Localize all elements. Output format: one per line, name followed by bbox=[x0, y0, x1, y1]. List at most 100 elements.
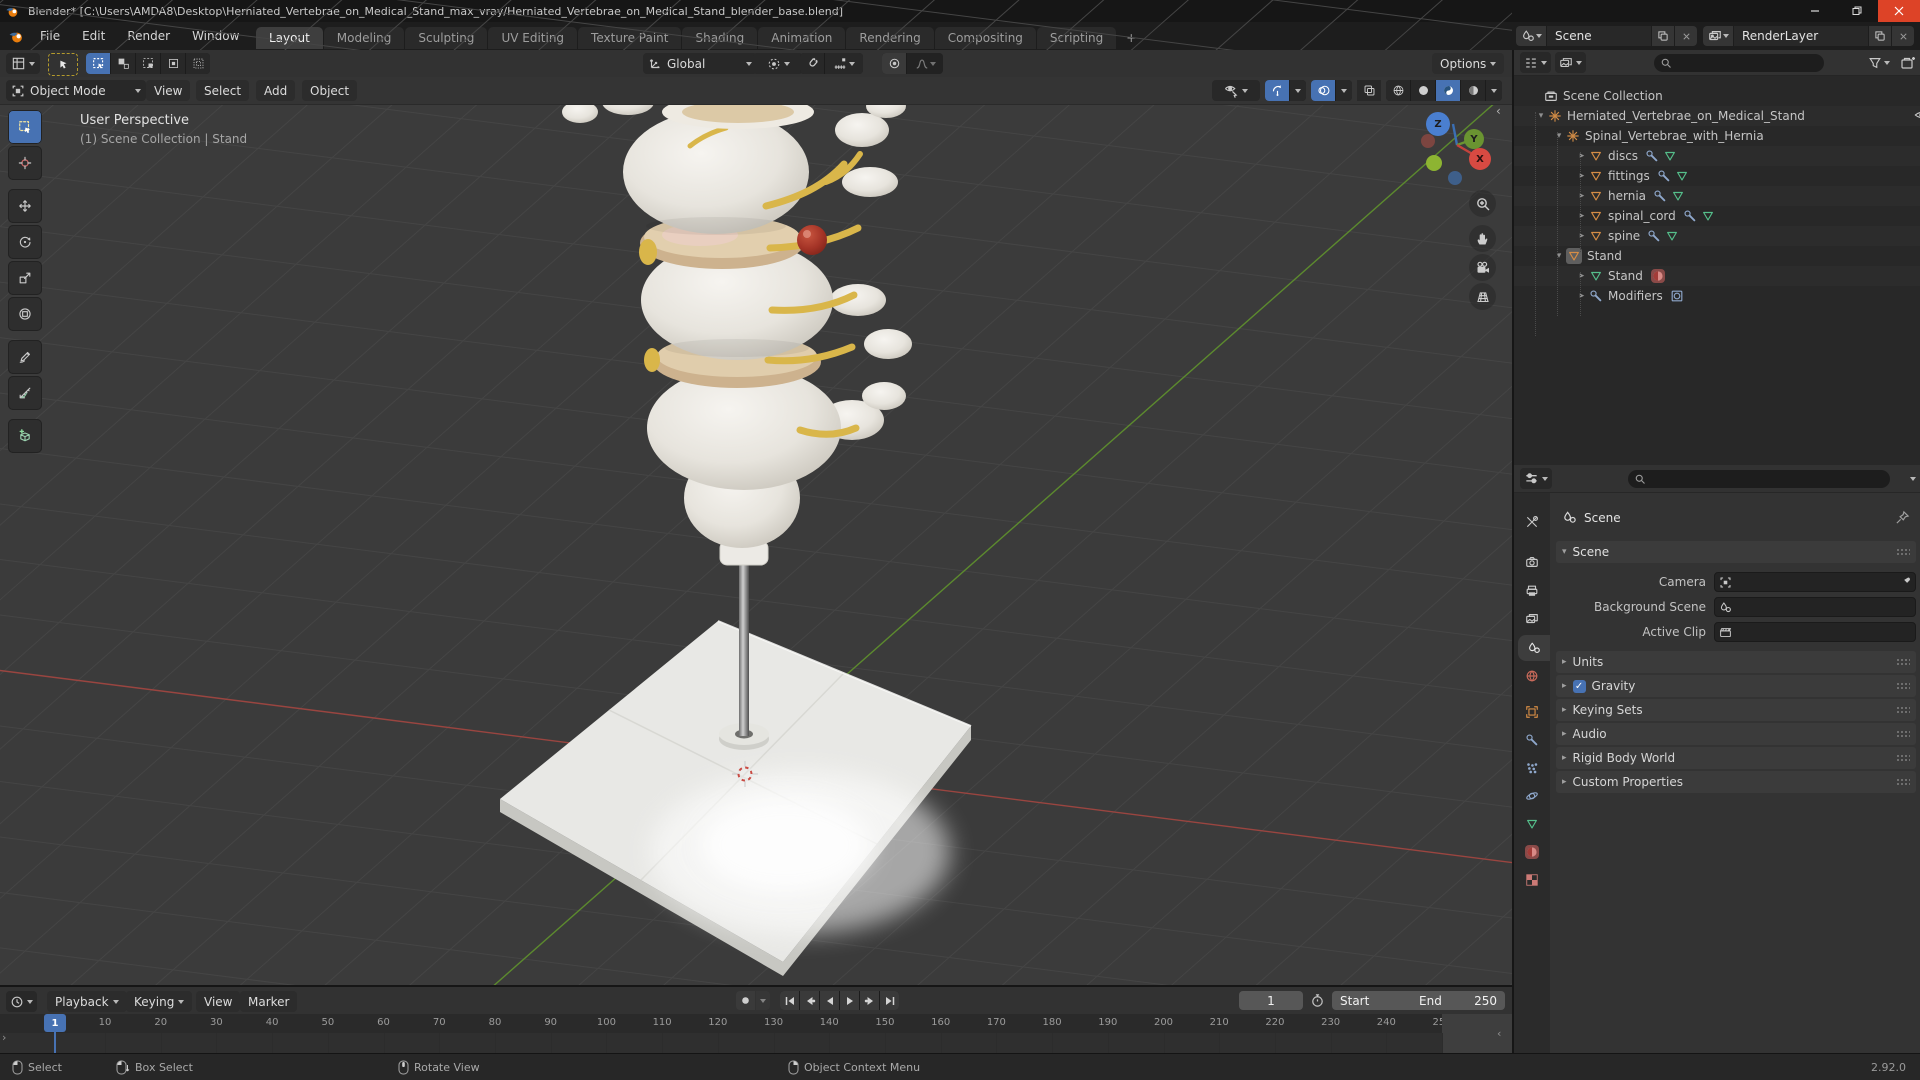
shading-solid-button[interactable] bbox=[1411, 80, 1435, 101]
play-reverse-button[interactable] bbox=[820, 991, 839, 1010]
panel-grip[interactable] bbox=[1896, 548, 1910, 556]
background-scene-field[interactable] bbox=[1714, 597, 1916, 617]
pivot-point-dropdown[interactable] bbox=[753, 53, 803, 74]
view-layer-new-button[interactable] bbox=[1869, 26, 1891, 46]
hernia-bulge[interactable] bbox=[797, 225, 827, 255]
outliner-item-label[interactable]: Stand bbox=[1587, 249, 1622, 263]
tool-cursor-button[interactable] bbox=[8, 146, 42, 180]
panel-grip[interactable] bbox=[1896, 730, 1910, 738]
properties-tab-world[interactable] bbox=[1514, 663, 1550, 689]
view-layer-name-field[interactable]: RenderLayer bbox=[1734, 26, 1868, 46]
wrench-icon[interactable] bbox=[1683, 209, 1697, 223]
menu-playback[interactable]: Playback bbox=[47, 991, 127, 1012]
properties-tab-render[interactable] bbox=[1514, 549, 1550, 575]
active-tool-indicator[interactable] bbox=[48, 53, 78, 76]
outliner-row-spinal_cord[interactable]: ▸spinal_cord bbox=[1514, 206, 1920, 226]
panel-grip[interactable] bbox=[1896, 754, 1910, 762]
timeline-channels-expand-icon[interactable]: › bbox=[2, 1031, 6, 1044]
expand-caret[interactable]: ▸ bbox=[1575, 291, 1589, 301]
timeline-ruler[interactable]: 1020304050607080901001101201301401501601… bbox=[0, 1014, 1442, 1033]
properties-tab-view-layer[interactable] bbox=[1514, 606, 1550, 632]
shading-material-button[interactable] bbox=[1436, 80, 1460, 101]
jump-to-start-button[interactable] bbox=[780, 991, 799, 1010]
pan-view-button[interactable] bbox=[1469, 225, 1496, 252]
tool-select-box-button[interactable] bbox=[8, 110, 42, 144]
properties-tab-tool[interactable] bbox=[1514, 509, 1550, 535]
jump-to-end-button[interactable] bbox=[880, 991, 899, 1010]
properties-tab-physics[interactable] bbox=[1514, 783, 1550, 809]
outliner-item-label[interactable]: spine bbox=[1608, 229, 1640, 243]
wrench-icon[interactable] bbox=[1653, 189, 1667, 203]
current-frame-marker[interactable]: 1 bbox=[44, 1014, 66, 1032]
scene-name-field[interactable]: Scene bbox=[1547, 26, 1651, 46]
panel-grip[interactable] bbox=[1896, 682, 1910, 690]
proportional-edit-toggle[interactable] bbox=[882, 53, 906, 74]
use-preview-range-toggle[interactable] bbox=[1310, 993, 1325, 1008]
tool-move-button[interactable] bbox=[8, 189, 42, 223]
editor-type-button[interactable] bbox=[6, 53, 40, 74]
expand-caret[interactable]: ▸ bbox=[1575, 191, 1589, 201]
gizmo-y-axis[interactable]: Y bbox=[1464, 129, 1484, 149]
panel-rigid-body-world[interactable]: ▸Rigid Body World bbox=[1556, 747, 1916, 769]
outliner-item-label[interactable]: discs bbox=[1608, 149, 1638, 163]
outliner-row-spinal_vertebrae_with_hernia[interactable]: ▾Spinal_Vertebrae_with_Hernia bbox=[1514, 126, 1920, 146]
panel-keying-sets[interactable]: ▸Keying Sets bbox=[1556, 699, 1916, 721]
tool-add-cube-button[interactable] bbox=[8, 419, 42, 453]
viewport-sidebar-collapse-icon[interactable]: ‹ bbox=[1496, 104, 1501, 118]
outliner-item-label[interactable]: Scene Collection bbox=[1563, 89, 1663, 103]
view-layer-browse-button[interactable] bbox=[1703, 26, 1733, 46]
outliner-row-modifiers[interactable]: ▸ Modifiers bbox=[1514, 286, 1920, 306]
shading-rendered-button[interactable] bbox=[1461, 80, 1485, 101]
options-dropdown[interactable]: Options bbox=[1432, 53, 1504, 74]
outliner-item-label[interactable]: Stand bbox=[1608, 269, 1643, 283]
shading-dropdown[interactable] bbox=[1486, 80, 1502, 101]
panel-audio[interactable]: ▸Audio bbox=[1556, 723, 1916, 745]
properties-tab-modifiers[interactable] bbox=[1514, 727, 1550, 753]
properties-tab-particles[interactable] bbox=[1514, 755, 1550, 781]
eyedropper-icon[interactable] bbox=[1898, 576, 1911, 589]
subsurf-icon[interactable] bbox=[1670, 289, 1684, 303]
auto-keying-toggle[interactable] bbox=[736, 991, 755, 1010]
stand-pole[interactable] bbox=[739, 556, 749, 736]
object-visibility-dropdown[interactable] bbox=[1212, 80, 1260, 101]
menu-tl-view[interactable]: View bbox=[196, 991, 240, 1012]
outliner-row-stand[interactable]: ▾ Stand bbox=[1514, 246, 1920, 266]
gizmo-x-axis[interactable]: X bbox=[1469, 148, 1491, 170]
menu-keying[interactable]: Keying bbox=[126, 991, 192, 1012]
panel-units[interactable]: ▸Units bbox=[1556, 651, 1916, 673]
mesh-data-icon[interactable] bbox=[1671, 189, 1685, 203]
gizmos-toggle[interactable] bbox=[1265, 80, 1289, 101]
outliner-row-discs[interactable]: ▸discs bbox=[1514, 146, 1920, 166]
panel-grip[interactable] bbox=[1896, 778, 1910, 786]
gravity-checkbox[interactable]: ✓ bbox=[1573, 680, 1586, 693]
camera-view-button[interactable] bbox=[1469, 254, 1496, 281]
snap-target-dropdown[interactable] bbox=[825, 53, 863, 74]
tool-transform-button[interactable] bbox=[8, 297, 42, 331]
outliner-display-mode-dropdown[interactable] bbox=[1555, 52, 1586, 73]
mesh-data-icon[interactable] bbox=[1665, 229, 1679, 243]
outliner-row-hernia[interactable]: ▸ hernia bbox=[1514, 186, 1920, 206]
view-layer-remove-button[interactable] bbox=[1892, 26, 1914, 46]
outliner-item-label[interactable]: hernia bbox=[1608, 189, 1646, 203]
expand-caret[interactable]: ▾ bbox=[1552, 251, 1566, 261]
timeline-tracks[interactable] bbox=[0, 1033, 1512, 1055]
properties-tab-material[interactable] bbox=[1514, 839, 1550, 865]
select-mode-circle[interactable] bbox=[136, 53, 160, 74]
outliner-item-label[interactable]: Spinal_Vertebrae_with_Hernia bbox=[1585, 129, 1764, 143]
outliner-item-label[interactable]: Modifiers bbox=[1608, 289, 1663, 303]
timeline-editor-type-button[interactable] bbox=[6, 991, 37, 1012]
scene-new-button[interactable] bbox=[1652, 26, 1674, 46]
properties-search-input[interactable] bbox=[1628, 470, 1890, 488]
new-collection-button[interactable] bbox=[1900, 55, 1916, 71]
properties-editor-type-button[interactable] bbox=[1520, 468, 1552, 489]
panel-grip[interactable] bbox=[1896, 706, 1910, 714]
outliner-search-input[interactable] bbox=[1654, 54, 1824, 72]
overlays-dropdown[interactable] bbox=[1336, 80, 1352, 101]
tool-annotate-button[interactable] bbox=[8, 340, 42, 374]
menu-marker[interactable]: Marker bbox=[240, 991, 297, 1012]
menu-add[interactable]: Add bbox=[256, 80, 295, 101]
mode-dropdown[interactable]: Object Mode bbox=[6, 80, 146, 101]
xray-toggle[interactable] bbox=[1357, 80, 1381, 101]
properties-tab-texture[interactable] bbox=[1514, 867, 1550, 893]
outliner-row-scene-collection[interactable]: Scene Collection bbox=[1514, 86, 1920, 106]
